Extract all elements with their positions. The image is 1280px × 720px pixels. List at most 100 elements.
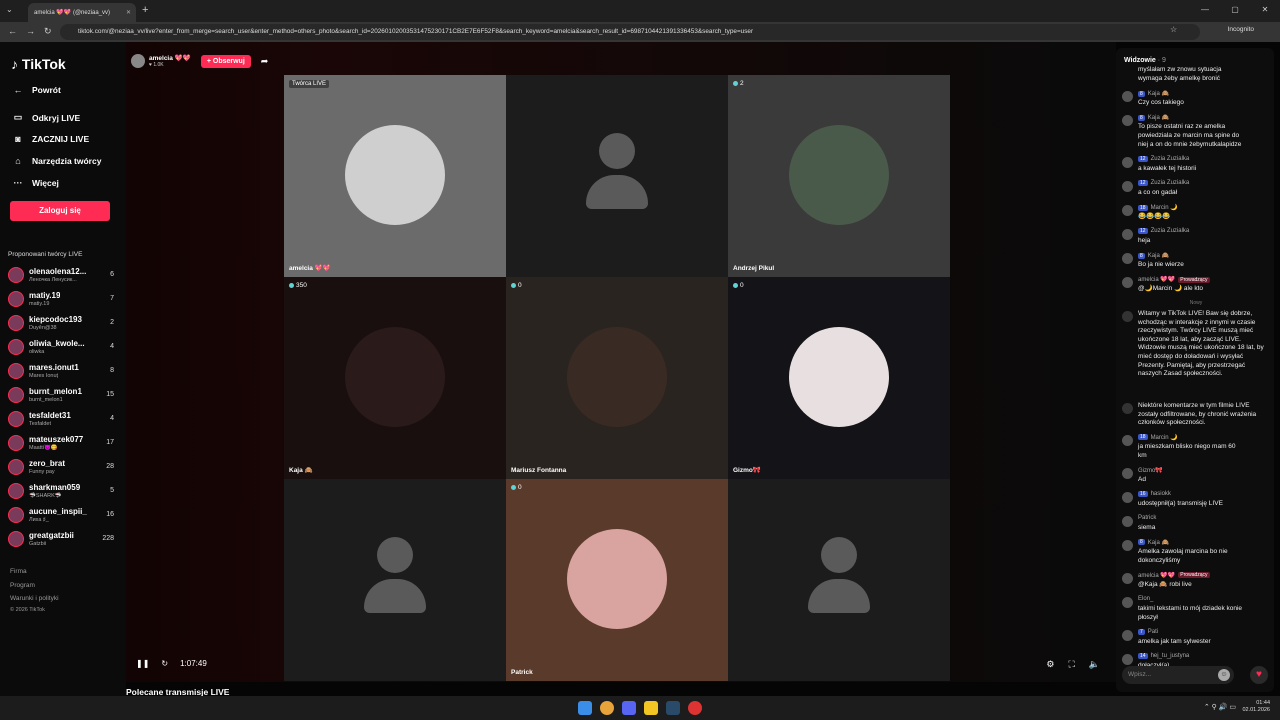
footer-link[interactable]: Program [10, 582, 35, 589]
chat-username: Elon_ [1138, 595, 1154, 602]
nav-start-live[interactable]: ◙ ZACZNIJ LIVE [12, 134, 89, 144]
close-window-icon[interactable]: ✕ [1250, 0, 1280, 20]
level-badge: 12 [1138, 156, 1148, 162]
nav-discover-live[interactable]: ▭ Odkryj LIVE [12, 112, 80, 123]
guest-tile[interactable] [506, 75, 728, 277]
creator-item[interactable]: oliwia_kwole... oliwka 4 [8, 336, 114, 358]
chat-avatar [1122, 277, 1133, 288]
new-tab-button[interactable]: + [142, 4, 148, 16]
creator-item[interactable]: mateuszek077 Maatti😈😋 17 [8, 432, 114, 454]
creator-name: sharkman059 [29, 483, 81, 492]
refresh-icon[interactable]: ↻ [161, 659, 168, 668]
chat-username: amelcia 💖💖 [1138, 277, 1176, 283]
guest-score-value: 0 [518, 484, 522, 491]
guest-tile[interactable]: 0 Mariusz Fontanna [506, 277, 728, 479]
tray-icons[interactable]: ⌃ ⚲ 🔊 ▭ [1204, 703, 1236, 711]
guest-tile[interactable]: 2 Andrzej Pikul [728, 75, 950, 277]
chat-input-placeholder: Wpisz... [1128, 671, 1152, 678]
chat-text: heja [1138, 237, 1151, 244]
back-icon[interactable]: ← [8, 26, 17, 36]
emoji-icon[interactable]: ☺ [1218, 669, 1230, 681]
guest-name: Kaja 🙈 [289, 467, 313, 474]
creator-avatar [8, 411, 24, 427]
creator-item[interactable]: mares.ionut1 Mares Ionuț 8 [8, 360, 114, 382]
creator-avatar [8, 387, 24, 403]
guest-tile[interactable] [284, 479, 506, 681]
chat-meta: 12 Zuzia Zuzialka [1138, 180, 1189, 186]
player-controls-right: ⚙ ⛶ 🔈 [1046, 659, 1100, 670]
creator-item[interactable]: aucune_inspii_ Лиха ♯_ 16 [8, 504, 114, 526]
gift-heart-icon[interactable]: ♥ [1250, 666, 1268, 684]
chrome-icon[interactable] [600, 701, 614, 715]
footer-link[interactable]: Firma [10, 568, 27, 575]
guest-tile[interactable] [728, 479, 950, 681]
guest-tile[interactable]: Twórca LIVE amelcia 💖💖 [284, 75, 506, 277]
chat-input[interactable]: Wpisz... ☺ [1122, 666, 1234, 684]
chat-username: Marcin 🌙 [1150, 434, 1178, 441]
bookmark-star-icon[interactable]: ☆ [1170, 25, 1177, 34]
chat-avatar [1122, 181, 1133, 192]
tab-close-icon[interactable]: ✕ [126, 9, 131, 16]
chat-meta: 16 hasiokk [1138, 490, 1171, 497]
nav-label: Narzędzia twórcy [32, 156, 102, 166]
camera-icon: ◙ [15, 134, 21, 144]
viewers-header[interactable]: Widzowie · 9 [1124, 57, 1166, 64]
chat-username: amelcia 💖💖 [1138, 572, 1176, 579]
fullscreen-icon[interactable]: ⛶ [1068, 659, 1074, 670]
nav-more[interactable]: ··· Więcej [12, 178, 59, 188]
creator-item[interactable]: tesfaldet31 Tesfaldet 4 [8, 408, 114, 430]
minimize-icon[interactable]: — [1190, 0, 1220, 20]
guest-score: 2 [733, 80, 744, 87]
url-bar[interactable]: tiktok.com/@neziaa_vv/live?enter_from_me… [60, 24, 1200, 40]
creator-item[interactable]: kiepcodoc193 Duyên@38 2 [8, 312, 114, 334]
browser-incognito-icon[interactable] [688, 701, 702, 715]
creator-item[interactable]: matiy.19 matiy.19 7 [8, 288, 114, 310]
creator-item[interactable]: sharkman059 🦈SHARK🦈 5 [8, 480, 114, 502]
system-text: Niektóre komentarze w tym filmie LIVE zo… [1138, 402, 1257, 427]
steam-icon[interactable] [666, 701, 680, 715]
guest-score: 350 [289, 282, 307, 289]
forward-icon[interactable]: → [26, 26, 35, 36]
host-avatar[interactable] [131, 54, 145, 68]
creator-item[interactable]: greatgatzbii Gatzbii 228 [8, 528, 114, 550]
chat-panel: Widzowie · 9 myślałam zw znowu sytuacja w… [1116, 48, 1274, 692]
level-badge: 12 [1138, 180, 1148, 186]
creator-item[interactable]: zero_brat Funny pay 28 [8, 456, 114, 478]
share-icon[interactable]: ➦ [261, 56, 269, 67]
chat-avatar [1122, 539, 1133, 551]
creator-avatar [8, 315, 24, 331]
tab-search-icon[interactable]: ⌄ [6, 5, 13, 14]
follow-button[interactable]: + Obserwuj [200, 54, 251, 68]
pause-icon[interactable]: ❚❚ [136, 659, 149, 668]
creator-avatar [8, 267, 24, 283]
creator-item[interactable]: olenaolena12... Леночка Ленусик... 6 [8, 264, 114, 286]
guest-score: 0 [733, 282, 744, 289]
host-name[interactable]: amelcia 💖💖 [149, 54, 191, 62]
nav-back[interactable]: ← Powrót [12, 85, 61, 95]
guest-avatar [789, 327, 889, 427]
guest-tile[interactable]: 350 Kaja 🙈 [284, 277, 506, 479]
clock[interactable]: 01:44 02.01.2026 [1242, 700, 1270, 714]
chat-username: Kaja 🙈 [1147, 253, 1169, 259]
discord-icon[interactable] [622, 701, 636, 715]
incognito-indicator[interactable]: Incognito [1228, 26, 1254, 33]
maximize-icon[interactable]: ▢ [1220, 0, 1250, 20]
chat-text-continued: wymaga żeby amelkę bronić [1138, 75, 1221, 82]
footer-link[interactable]: Warunki i polityki [10, 595, 59, 602]
file-explorer-icon[interactable] [644, 701, 658, 715]
reload-icon[interactable]: ↻ [44, 26, 52, 37]
volume-icon[interactable]: 🔈 [1089, 659, 1100, 670]
guest-grid: Twórca LIVE amelcia 💖💖 2 Andrzej Pikul 350 Ka… [284, 75, 950, 681]
browser-tab[interactable]: amelcia 💖💖 (@neziaa_vv) ✕ [28, 3, 136, 22]
creator-item[interactable]: burnt_melon1 burnt_melon1 15 [8, 384, 114, 406]
login-button[interactable]: Zaloguj się [10, 201, 110, 221]
settings-icon[interactable]: ⚙ [1046, 659, 1054, 670]
windows-start-icon[interactable] [578, 701, 592, 715]
chat-avatar [1122, 434, 1133, 446]
creator-viewer-count: 17 [106, 439, 114, 446]
guest-tile[interactable]: 0 Gizmo🎀 [728, 277, 950, 479]
guest-tile[interactable]: 0 Patrick [506, 479, 728, 681]
tiktok-logo[interactable]: ♪ TikTok [11, 56, 66, 72]
creator-viewer-count: 6 [110, 271, 114, 278]
nav-creator-tools[interactable]: ⌂ Narzędzia twórcy [12, 156, 101, 166]
